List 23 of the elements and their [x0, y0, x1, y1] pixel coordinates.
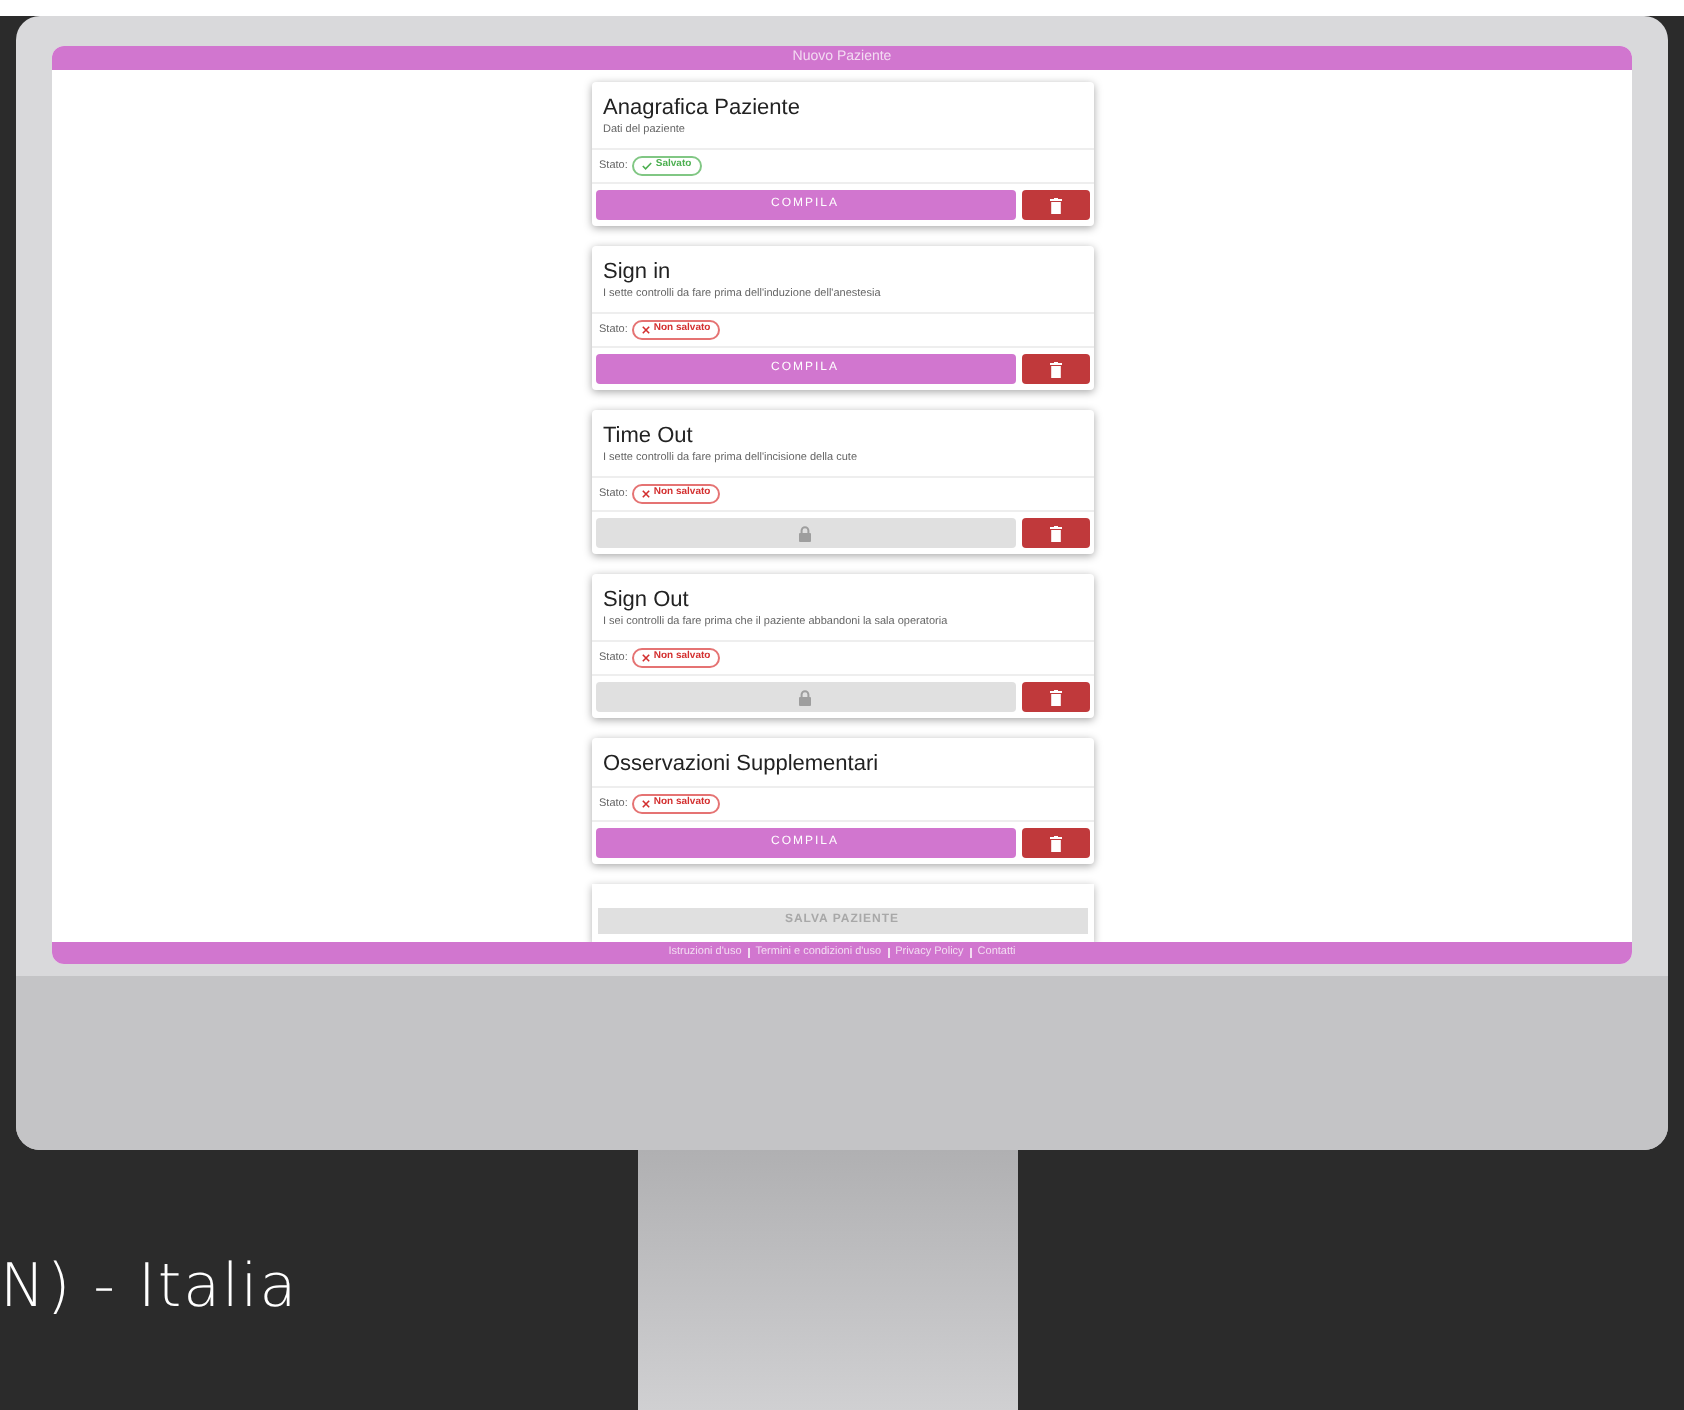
- close-icon: [641, 800, 650, 808]
- delete-button[interactable]: [1021, 682, 1089, 712]
- card-title: Sign Out: [603, 588, 691, 614]
- delete-button[interactable]: [1021, 518, 1089, 548]
- lock-icon: [798, 689, 812, 705]
- trash-icon: [1049, 361, 1061, 377]
- check-icon: [641, 162, 652, 170]
- trash-icon: [1049, 525, 1061, 541]
- close-icon: [641, 326, 650, 334]
- card-title: Time Out: [603, 424, 695, 450]
- close-icon: [641, 654, 650, 662]
- card-title: Anagrafica Paziente: [603, 96, 802, 122]
- lock-icon: [798, 525, 812, 541]
- trash-icon: [1049, 835, 1061, 851]
- trash-icon: [1049, 197, 1061, 213]
- delete-button[interactable]: [1021, 354, 1089, 384]
- location-caption: N) - Italia: [0, 1250, 299, 1326]
- card-title: Sign in: [603, 260, 673, 286]
- trash-icon: [1049, 689, 1061, 705]
- card-title: Osservazioni Supplementari: [603, 752, 881, 778]
- close-icon: [641, 490, 650, 498]
- delete-button[interactable]: [1021, 828, 1089, 858]
- delete-button[interactable]: [1021, 190, 1089, 220]
